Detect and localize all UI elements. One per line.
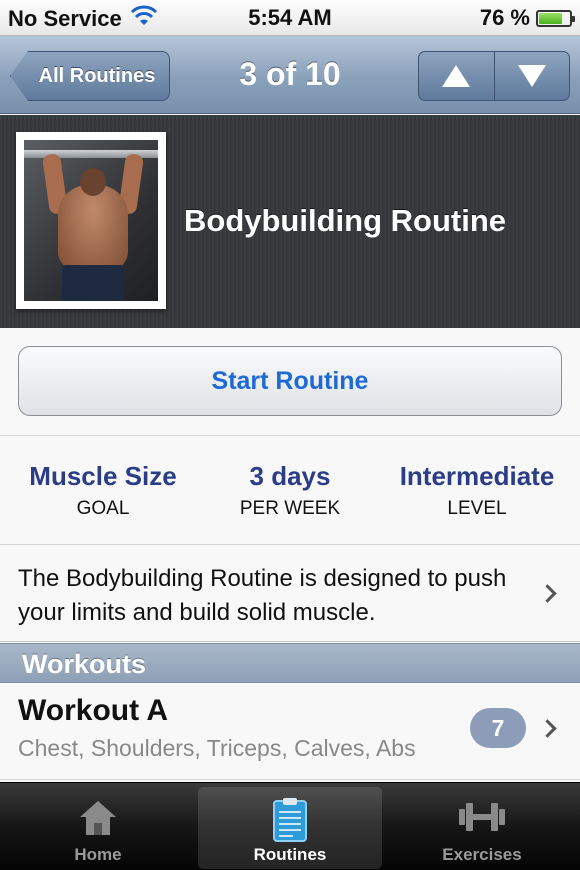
description-row[interactable]: The Bodybuilding Routine is designed to …: [0, 546, 580, 642]
clipboard-icon: [272, 797, 308, 848]
tab-routines[interactable]: Routines: [198, 787, 382, 869]
chevron-right-icon: [538, 719, 557, 738]
start-routine-button[interactable]: Start Routine: [18, 346, 562, 416]
next-button[interactable]: [493, 52, 570, 100]
status-bar: No Service 5:54 AM 76 %: [0, 0, 580, 36]
routine-header: Bodybuilding Routine: [0, 115, 580, 328]
stat-value: 3 days: [249, 461, 331, 491]
dumbbell-icon: [457, 797, 507, 842]
stat-value: Muscle Size: [29, 461, 177, 491]
routine-stats: Muscle Size GOAL 3 days PER WEEK Interme…: [0, 437, 580, 545]
tab-bar: Home Routines Exercises: [0, 782, 580, 870]
stat-frequency: 3 days PER WEEK: [205, 461, 375, 520]
start-routine-area: Start Routine: [0, 328, 580, 436]
routine-description: The Bodybuilding Routine is designed to …: [18, 565, 507, 626]
stat-level: Intermediate LEVEL: [388, 461, 566, 520]
workouts-section-header: Workouts: [0, 643, 580, 683]
bodybuilder-photo: [24, 140, 158, 301]
chevron-right-icon: [538, 584, 557, 603]
workout-muscles: Chest, Shoulders, Triceps, Calves, Abs: [18, 735, 416, 761]
tab-exercises[interactable]: Exercises: [390, 787, 574, 869]
up-arrow-icon: [442, 65, 471, 87]
stat-goal: Muscle Size GOAL: [18, 461, 188, 520]
tab-label: Home: [74, 845, 122, 864]
stat-label: GOAL: [76, 498, 130, 519]
section-title: Workouts: [22, 649, 147, 679]
stat-label: LEVEL: [447, 498, 507, 519]
down-arrow-icon: [517, 65, 546, 87]
tab-label: Routines: [253, 845, 327, 864]
tab-label: Exercises: [442, 845, 522, 864]
workout-name: Workout A: [18, 694, 168, 727]
stat-value: Intermediate: [399, 461, 555, 491]
start-routine-label: Start Routine: [211, 366, 369, 395]
battery-icon: [536, 9, 575, 27]
routine-name: Bodybuilding Routine: [184, 203, 507, 238]
routine-photo-frame: [16, 132, 166, 309]
back-button[interactable]: All Routines: [10, 51, 170, 101]
prev-next-segmented-control: [418, 51, 570, 101]
battery-percent: 76 %: [479, 5, 530, 30]
stat-label: PER WEEK: [239, 498, 341, 519]
home-icon: [78, 797, 118, 842]
exercise-count-badge: 7: [470, 708, 526, 748]
battery-fill: [539, 12, 562, 24]
status-right: 76 %: [479, 5, 575, 31]
previous-button[interactable]: [419, 52, 494, 100]
nav-bar: All Routines 3 of 10: [0, 36, 580, 114]
back-button-label: All Routines: [38, 64, 156, 87]
page-title: 3 of 10: [239, 56, 341, 92]
workout-row[interactable]: Workout A Chest, Shoulders, Triceps, Cal…: [0, 684, 580, 780]
tab-home[interactable]: Home: [6, 787, 190, 869]
